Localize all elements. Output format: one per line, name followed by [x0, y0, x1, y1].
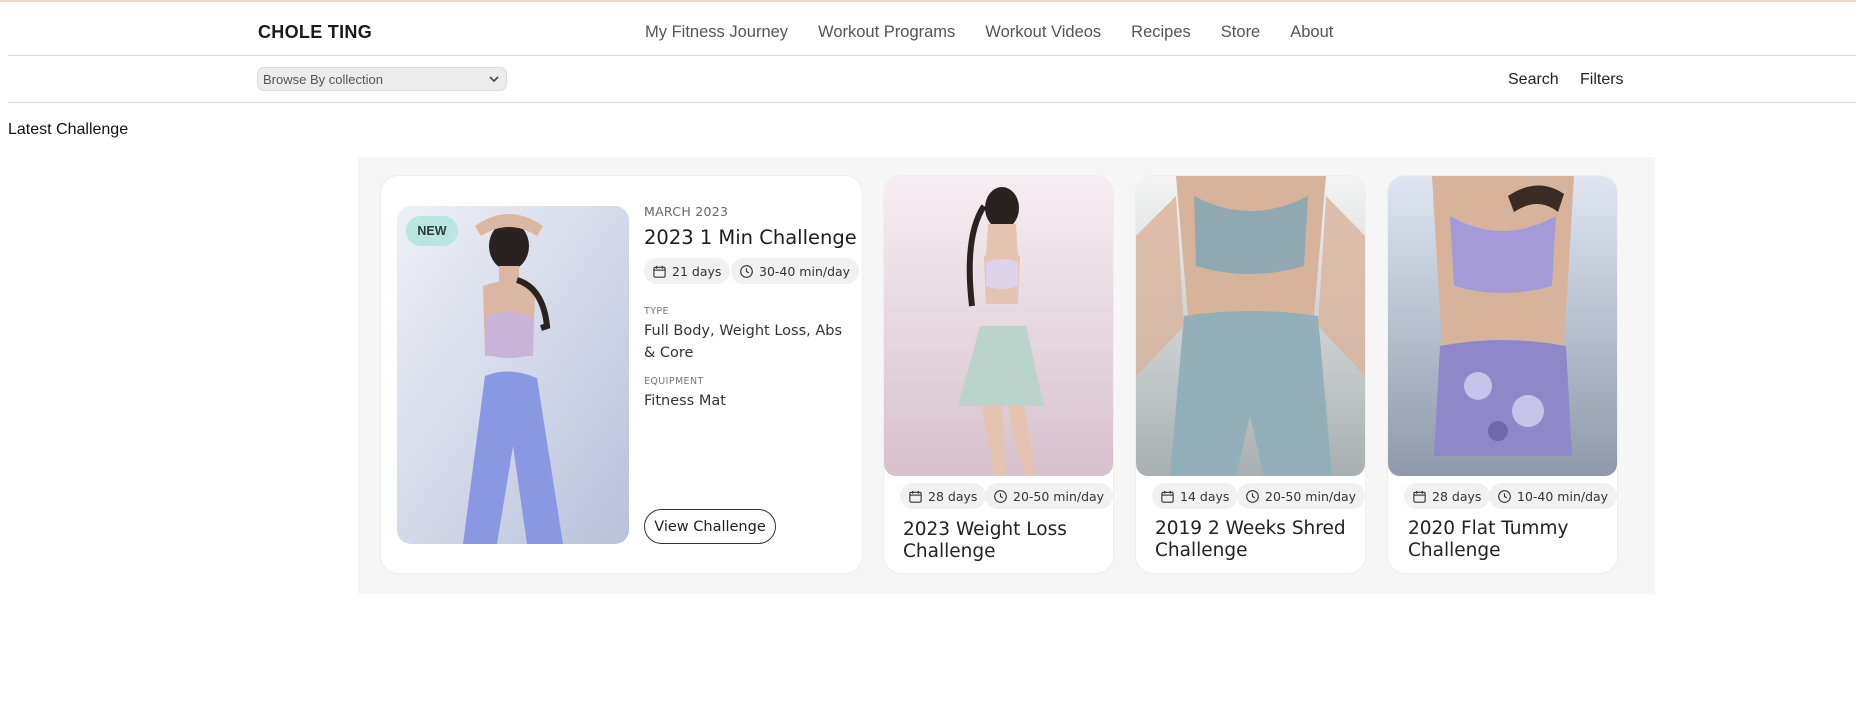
challenge-card-image: [1388, 176, 1617, 476]
card-days-text: 28 days: [928, 488, 978, 504]
card-time-text: 20-50 min/day: [1013, 488, 1105, 504]
view-challenge-button[interactable]: View Challenge: [644, 509, 776, 544]
equipment-label: EQUIPMENT: [644, 376, 704, 387]
type-value: Full Body, Weight Loss, Abs & Core: [644, 323, 843, 361]
challenge-card-image: [1136, 176, 1365, 476]
calendar-icon: [1161, 490, 1174, 503]
header-divider: [8, 55, 1856, 56]
card-time-pill: 20-50 min/day: [985, 483, 1114, 509]
nav-about[interactable]: About: [1290, 23, 1333, 42]
collection-select-value: Browse By collection: [263, 71, 383, 87]
brand-logo[interactable]: CHOLE TING: [258, 22, 372, 43]
card-time-pill: 20-50 min/day: [1237, 483, 1366, 509]
nav-my-fitness-journey[interactable]: My Fitness Journey: [645, 23, 788, 42]
new-badge: NEW: [406, 216, 458, 246]
card-days-pill: 28 days: [900, 483, 987, 509]
card-time-text: 10-40 min/day: [1517, 488, 1609, 504]
card-days-text: 14 days: [1180, 488, 1230, 504]
duration-days-text: 21 days: [672, 263, 722, 279]
top-accent-rule: [0, 0, 1856, 2]
search-button[interactable]: Search: [1508, 71, 1559, 89]
featured-challenge-image: [397, 206, 629, 544]
card-days-pill: 28 days: [1404, 483, 1491, 509]
duration-days-pill: 21 days: [644, 258, 731, 284]
clock-icon: [1246, 489, 1259, 503]
equipment-value: Fitness Mat: [644, 393, 726, 409]
nav-workout-programs[interactable]: Workout Programs: [818, 23, 955, 42]
toolbar-divider: [8, 102, 1856, 103]
main-nav: My Fitness Journey Workout Programs Work…: [645, 23, 1333, 42]
calendar-icon: [1413, 490, 1426, 503]
featured-date: MARCH 2023: [644, 204, 729, 219]
card-title[interactable]: 2019 2 Weeks Shred Challenge: [1155, 518, 1355, 562]
calendar-icon: [653, 265, 666, 278]
card-days-pill: 14 days: [1152, 483, 1239, 509]
nav-store[interactable]: Store: [1221, 23, 1260, 42]
chevron-down-icon: [489, 76, 499, 83]
nav-recipes[interactable]: Recipes: [1131, 23, 1191, 42]
card-days-text: 28 days: [1432, 488, 1482, 504]
card-title[interactable]: 2023 Weight Loss Challenge: [903, 519, 1103, 563]
section-title: Latest Challenge: [8, 121, 129, 138]
duration-time-text: 30-40 min/day: [759, 263, 851, 279]
card-time-pill: 10-40 min/day: [1489, 483, 1618, 509]
featured-title[interactable]: 2023 1 Min Challenge: [644, 226, 857, 249]
duration-time-pill: 30-40 min/day: [731, 258, 860, 284]
challenge-card-image: [884, 176, 1113, 476]
calendar-icon: [909, 490, 922, 503]
nav-workout-videos[interactable]: Workout Videos: [985, 23, 1101, 42]
clock-icon: [740, 264, 753, 278]
clock-icon: [994, 489, 1007, 503]
card-title[interactable]: 2020 Flat Tummy Challenge: [1408, 518, 1608, 562]
filters-button[interactable]: Filters: [1580, 71, 1624, 89]
clock-icon: [1498, 489, 1511, 503]
card-time-text: 20-50 min/day: [1265, 488, 1357, 504]
type-label: TYPE: [644, 306, 669, 317]
collection-select[interactable]: Browse By collection: [257, 67, 507, 91]
